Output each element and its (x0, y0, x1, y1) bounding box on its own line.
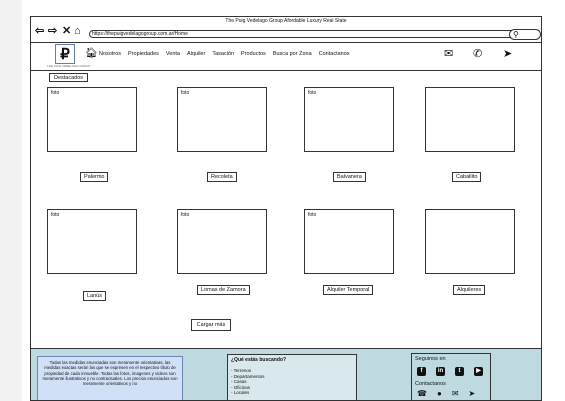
telegram-icon[interactable]: ➤ (503, 48, 512, 60)
back-icon[interactable]: ⇦ (35, 25, 44, 37)
mail-icon[interactable]: ✉ (444, 48, 453, 60)
zone-button-lomas-de-zamora[interactable]: Lomas de Zamora (197, 285, 250, 295)
home-browser-icon[interactable]: ⌂ (74, 25, 81, 37)
left-gutter (0, 0, 22, 401)
photo-placeholder: foto (181, 90, 190, 96)
youtube-icon[interactable]: ▶ (474, 367, 483, 376)
zone-button-alquileres[interactable]: Alquileres (453, 285, 486, 295)
window-title: The Puig Vedelago Group Afordable Luxury… (225, 18, 347, 24)
property-card-photo[interactable] (425, 87, 515, 152)
property-card-photo[interactable]: foto (304, 209, 394, 274)
nav-item-propiedades[interactable]: Propiedades (128, 51, 159, 57)
property-card-photo[interactable]: foto (177, 87, 267, 152)
zone-button-palermo[interactable]: Palermo (80, 172, 109, 182)
browser-window: The Puig Vedelago Group Afordable Luxury… (30, 16, 542, 401)
zone-button-lanus[interactable]: Lanús (83, 291, 106, 301)
whatsapp-footer-icon[interactable]: ● (437, 390, 442, 398)
featured-label: Destacados (49, 73, 89, 82)
site-footer: Todas las medidas enunciadas son meramen… (31, 348, 541, 400)
photo-placeholder: foto (51, 212, 60, 218)
looking-item-locales[interactable]: - Locales (231, 390, 353, 396)
zone-button-alquiler-temporal[interactable]: Alquiler Temporal (323, 285, 374, 295)
nav-item-busca-por-zona[interactable]: Busca por Zona (273, 51, 312, 57)
property-card-photo[interactable]: foto (177, 209, 267, 274)
zone-button-caballito[interactable]: Caballito (452, 172, 482, 182)
linkedin-icon[interactable]: in (436, 367, 445, 376)
nav-item-contactanos[interactable]: Contactanos (319, 51, 350, 57)
site-navbar (31, 43, 541, 71)
property-card-photo[interactable]: foto (47, 209, 137, 274)
property-card-photo[interactable]: foto (304, 87, 394, 152)
site-logo[interactable]: ₽ (55, 44, 75, 64)
url-text[interactable]: https://thepuigvedelagogroup.com.ar/Home (92, 30, 188, 38)
whatsapp-icon[interactable]: ✆ (473, 48, 482, 60)
search-icon: ⚲ (513, 30, 519, 39)
photo-placeholder: foto (51, 90, 60, 96)
follow-heading: Seguinos en (415, 356, 446, 362)
nav-item-venta[interactable]: Venta (166, 51, 180, 57)
zone-button-recoleta[interactable]: Recoleta (207, 172, 237, 182)
email-footer-icon[interactable]: ✉ (452, 390, 459, 398)
photo-placeholder: foto (308, 90, 317, 96)
legal-disclaimer: Todas las medidas enunciadas son meramen… (37, 356, 183, 400)
property-card-photo[interactable] (425, 209, 515, 274)
close-icon[interactable]: ✕ (62, 25, 71, 37)
facebook-icon[interactable]: f (417, 367, 426, 376)
looking-for-box: ¿Qué estás buscando? - Terrenos - Depart… (227, 354, 357, 400)
photo-placeholder: foto (308, 212, 317, 218)
nav-item-alquiler[interactable]: Alquiler (187, 51, 205, 57)
nav-item-productos[interactable]: Productos (241, 51, 266, 57)
home-icon[interactable]: 🏠︎ (85, 49, 98, 59)
browser-search-button[interactable]: ⚲ (509, 29, 541, 40)
nav-item-nosotros[interactable]: Nosotros (99, 51, 121, 57)
forward-icon[interactable]: ⇨ (48, 25, 57, 37)
photo-placeholder: foto (181, 212, 190, 218)
social-box: Seguinos en f in t ▶ Contactanos ☎ ● ✉ ➤ (411, 353, 491, 400)
contact-heading: Contactanos (415, 381, 446, 387)
property-card-photo[interactable]: foto (47, 87, 137, 152)
looking-title: ¿Qué estás buscando? (231, 357, 287, 363)
browser-chrome: The Puig Vedelago Group Afordable Luxury… (31, 17, 541, 43)
load-more-button[interactable]: Cargar más (191, 319, 231, 331)
telegram-footer-icon[interactable]: ➤ (469, 390, 476, 398)
zone-button-balvanera[interactable]: Balvanera (333, 172, 366, 182)
phone-icon[interactable]: ☎ (417, 390, 427, 398)
nav-links: Nosotros Propiedades Venta Alquiler Tasa… (99, 51, 350, 57)
nav-item-tasacion[interactable]: Tasación (212, 51, 234, 57)
twitter-icon[interactable]: t (455, 367, 464, 376)
logo-tagline: THE PUIG VEDELAGO GROUP (47, 64, 91, 68)
